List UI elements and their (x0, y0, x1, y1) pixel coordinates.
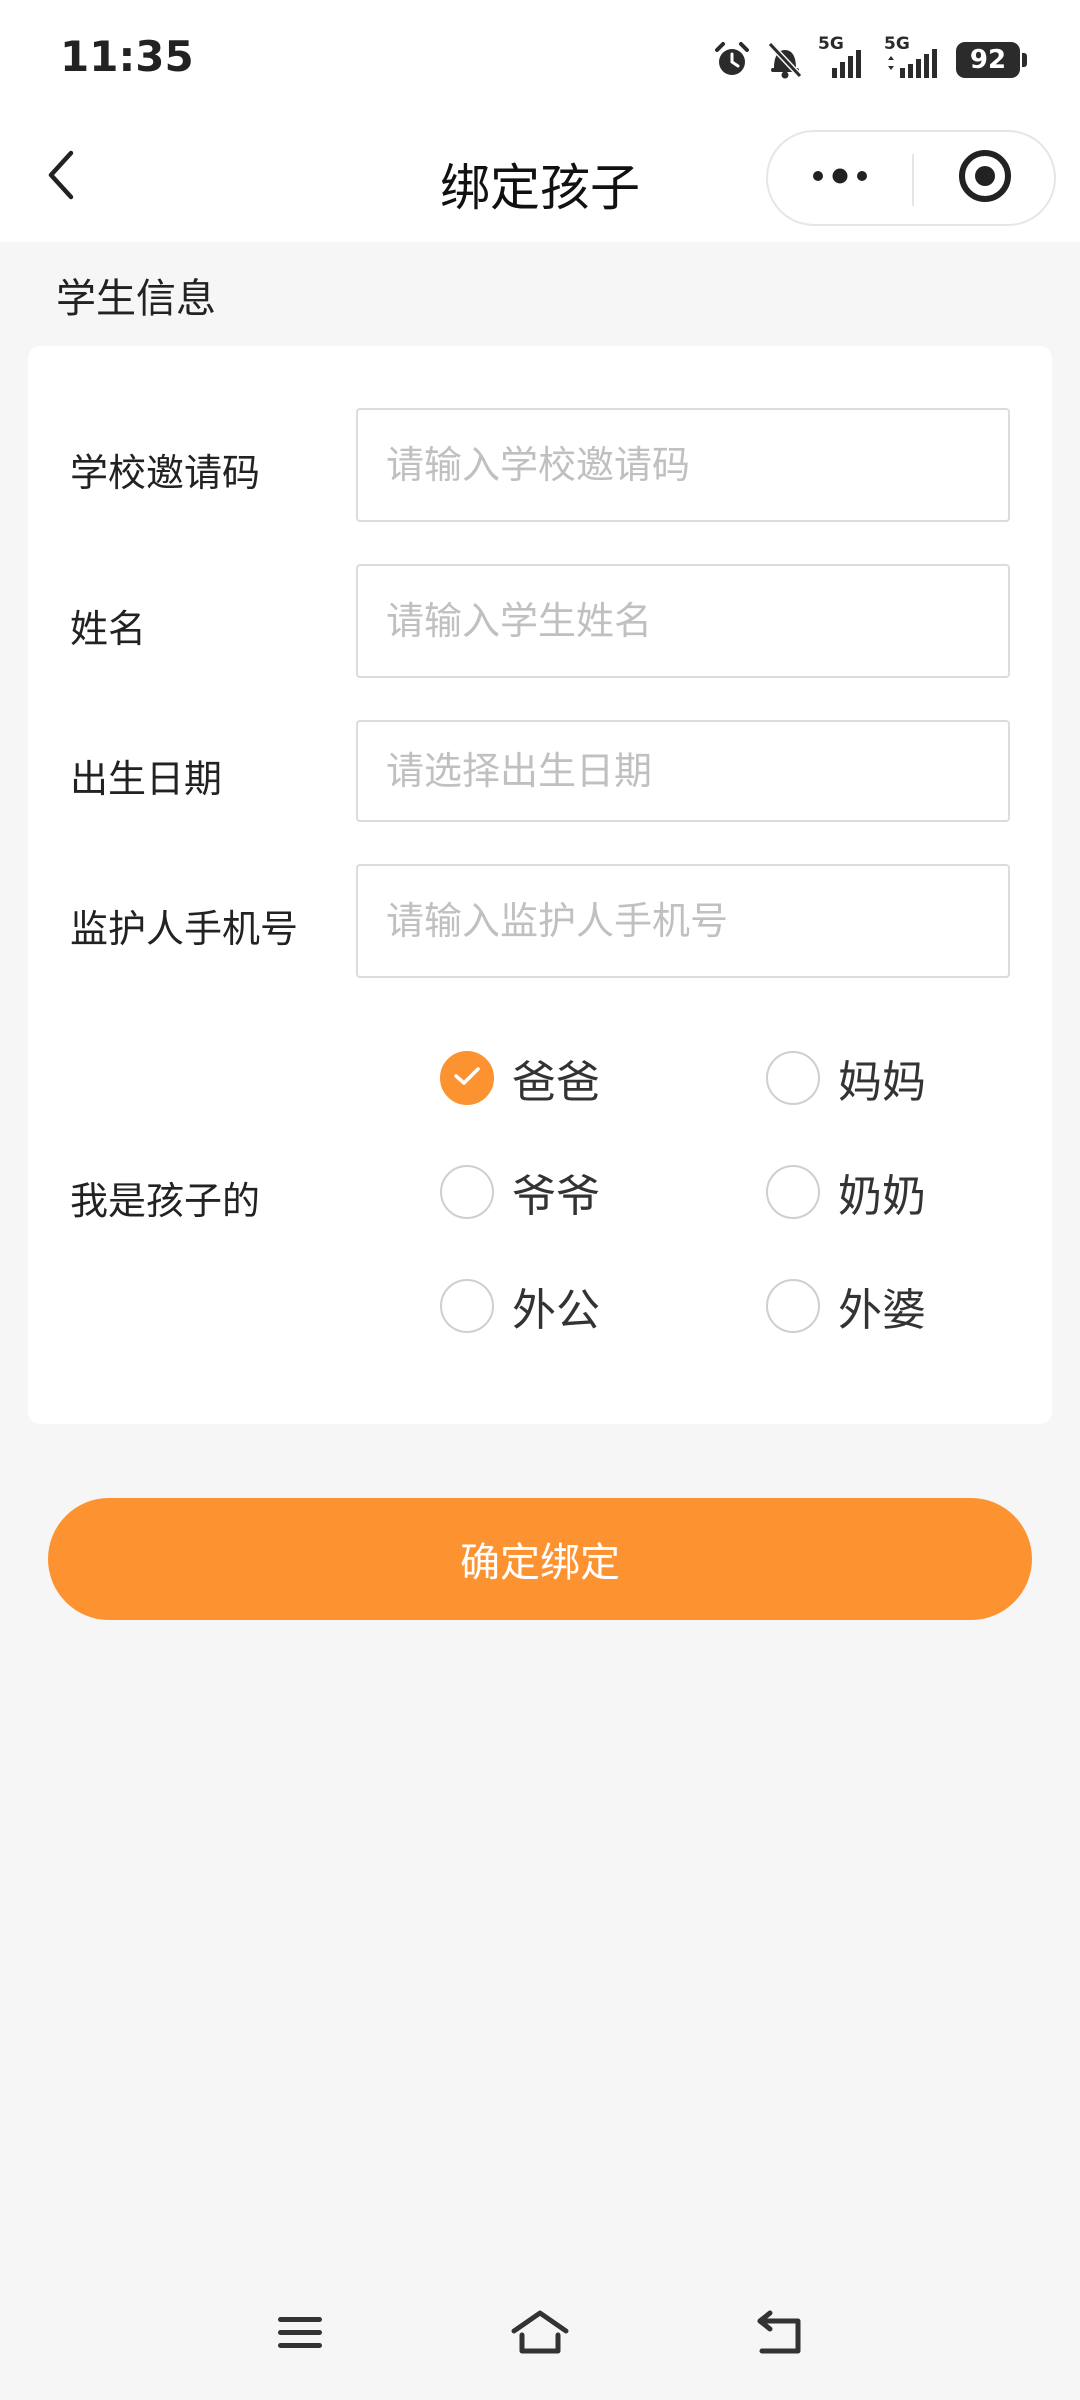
relation-option-maternal-grandpa[interactable]: 外公 (440, 1276, 600, 1336)
home-icon (510, 2309, 570, 2361)
radio-label: 外公 (512, 1285, 600, 1336)
guardian-phone-field (356, 864, 1010, 978)
student-name-input[interactable] (386, 599, 1008, 643)
radio-unchecked[interactable] (440, 1279, 494, 1333)
more-button[interactable] (768, 132, 912, 224)
battery-level: 92 (969, 45, 1007, 75)
signal-5g-icon: 5G (884, 34, 942, 82)
alarm-icon (712, 40, 752, 80)
name-label: 姓名 (70, 607, 147, 651)
status-bar: 11:35 5G 5G 92 (0, 0, 1080, 120)
radio-label: 外婆 (838, 1285, 926, 1336)
radio-label: 妈妈 (838, 1057, 926, 1108)
birth-date-input[interactable] (386, 749, 1008, 793)
back-icon (752, 2309, 808, 2361)
battery-icon: 92 (956, 42, 1027, 78)
school-code-label: 学校邀请码 (70, 451, 261, 495)
student-info-card: 学校邀请码 姓名 出生日期 监护人手机号 我是孩子的 爸爸 妈妈 爷爷 (28, 346, 1052, 1424)
guardian-phone-label: 监护人手机号 (70, 907, 299, 951)
back-button[interactable] (30, 142, 90, 212)
status-icons: 5G 5G 92 (712, 34, 1027, 82)
radio-unchecked[interactable] (766, 1051, 820, 1105)
system-nav-bar (0, 2290, 1080, 2380)
nav-bar: 绑定孩子 (0, 120, 1080, 242)
radio-unchecked[interactable] (766, 1279, 820, 1333)
close-mini-program-button[interactable] (914, 132, 1056, 224)
confirm-bind-button[interactable]: 确定绑定 (48, 1498, 1032, 1620)
radio-unchecked[interactable] (440, 1165, 494, 1219)
birth-date-label: 出生日期 (70, 757, 223, 801)
relation-option-mom[interactable]: 妈妈 (766, 1048, 926, 1108)
school-code-input[interactable] (386, 443, 1008, 487)
relation-option-grandma[interactable]: 奶奶 (766, 1162, 926, 1222)
relation-label: 我是孩子的 (70, 1179, 261, 1223)
status-time: 11:35 (60, 32, 194, 81)
relation-option-dad[interactable]: 爸爸 (440, 1048, 600, 1108)
bell-muted-icon (766, 40, 804, 80)
check-icon (453, 1065, 481, 1091)
relation-option-maternal-grandma[interactable]: 外婆 (766, 1276, 926, 1336)
more-dots-icon (810, 166, 870, 190)
signal-5g-icon: 5G (818, 34, 870, 82)
mini-program-capsule (766, 130, 1056, 226)
radio-label: 爸爸 (512, 1057, 600, 1108)
radio-label: 奶奶 (838, 1171, 926, 1222)
relation-option-grandpa[interactable]: 爷爷 (440, 1162, 600, 1222)
radio-checked[interactable] (440, 1051, 494, 1105)
birth-date-picker[interactable] (356, 720, 1010, 822)
radio-unchecked[interactable] (766, 1165, 820, 1219)
target-close-icon (957, 148, 1013, 208)
radio-label: 爷爷 (512, 1171, 600, 1222)
name-field (356, 564, 1010, 678)
menu-icon (275, 2313, 325, 2357)
system-menu-button[interactable] (260, 2300, 340, 2370)
chevron-left-icon (43, 149, 77, 205)
school-code-field (356, 408, 1010, 522)
system-home-button[interactable] (500, 2300, 580, 2370)
system-back-button[interactable] (740, 2300, 820, 2370)
section-title: 学生信息 (56, 276, 216, 322)
guardian-phone-input[interactable] (386, 899, 1008, 943)
